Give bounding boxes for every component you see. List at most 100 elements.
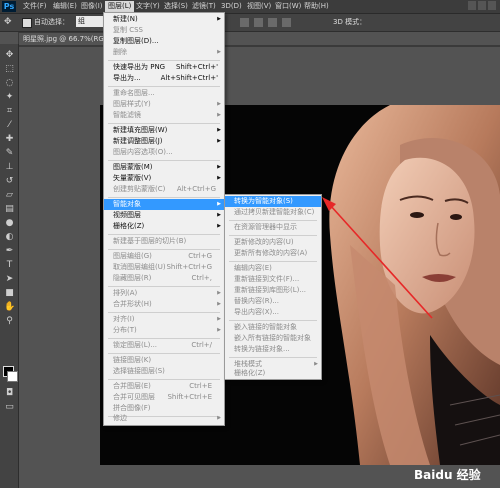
menu-item-new-layer-based-slice[interactable]: 新建基于图层的切片(B) [104, 236, 224, 247]
auto-select-dropdown[interactable]: 组 [76, 16, 106, 27]
menu-item-link-layers[interactable]: 链接图层(K) [104, 355, 224, 366]
menu-item-smart-object[interactable]: 智能对象 ▶ [104, 199, 224, 210]
submenu-item-convert-to-smart-object[interactable]: 转换为智能对象(S) [225, 196, 321, 207]
submenu-item-convert-to-linked[interactable]: 转换为链接对象... [225, 344, 321, 355]
healing-brush-icon[interactable]: ✚ [4, 134, 15, 144]
align-center-icon[interactable] [254, 18, 263, 27]
menu-separator [108, 249, 220, 250]
menu-item-vector-mask[interactable]: 矢量蒙版(V) ▶ [104, 173, 224, 184]
menu-file[interactable]: 文件(F) [20, 1, 50, 12]
menu-view[interactable]: 视图(V) [244, 1, 274, 12]
menu-item-create-clipping-mask[interactable]: 创建剪贴蒙版(C) Alt+Ctrl+G [104, 184, 224, 195]
magic-wand-icon[interactable]: ✦ [4, 92, 15, 102]
submenu-item-relink-to-file[interactable]: 重新链接到文件(F)... [225, 274, 321, 285]
menu-item-video-layers[interactable]: 视频图层 ▶ [104, 210, 224, 221]
document-tab-bar [18, 45, 500, 47]
submenu-arrow-icon: ▶ [217, 301, 221, 307]
menu-select[interactable]: 选择(S) [161, 1, 191, 12]
crop-tool-icon[interactable]: ⌗ [4, 106, 15, 116]
menu-item-combine-shapes[interactable]: 合并形状(H) ▶ [104, 299, 224, 310]
clone-stamp-icon[interactable]: ⊥ [4, 162, 15, 172]
menu-item-ungroup-layers[interactable]: 取消图层编组(U) Shift+Ctrl+G [104, 262, 224, 273]
shape-tool-icon[interactable]: ■ [4, 288, 15, 298]
menu-item-select-linked-layers[interactable]: 选择链接图层(S) [104, 366, 224, 377]
menu-item-merge-layers[interactable]: 合并图层(E) Ctrl+E [104, 381, 224, 392]
menu-item-lock-layers[interactable]: 锁定图层(L)... Ctrl+/ [104, 340, 224, 351]
submenu-item-update-modified-content[interactable]: 更新修改的内容(U) [225, 237, 321, 248]
distribute-icon[interactable] [282, 18, 291, 27]
dodge-tool-icon[interactable]: ◐ [4, 232, 15, 242]
menu-item-rename-layer[interactable]: 重命名图层... [104, 88, 224, 99]
menu-edit[interactable]: 编辑(E) [50, 1, 80, 12]
submenu-item-replace-contents[interactable]: 替换内容(R)... [225, 296, 321, 307]
menu-layer[interactable]: 图层(L) [105, 1, 135, 12]
menu-item-smart-filter[interactable]: 智能滤镜 ▶ [104, 110, 224, 121]
submenu-item-embed-linked[interactable]: 嵌入链接的智能对象 [225, 322, 321, 333]
move-tool-icon[interactable]: ✥ [4, 17, 14, 27]
menu-item-new-fill-layer[interactable]: 新建填充图层(W) ▶ [104, 125, 224, 136]
menu-item-new[interactable]: 新建(N) ▶ [104, 14, 224, 25]
minimize-icon[interactable] [468, 1, 476, 10]
menu-window[interactable]: 窗口(W) [272, 1, 304, 12]
background-color-swatch[interactable] [7, 371, 18, 382]
submenu-item-reveal-in-explorer[interactable]: 在资源管理器中显示 [225, 222, 321, 233]
menu-help[interactable]: 帮助(H) [301, 1, 332, 12]
pen-tool-icon[interactable]: ✒ [4, 246, 15, 256]
type-tool-icon[interactable]: T [4, 260, 15, 270]
move-tool-icon[interactable]: ✥ [4, 50, 15, 60]
eraser-tool-icon[interactable]: ▱ [4, 190, 15, 200]
close-icon[interactable] [488, 1, 496, 10]
3d-mode-label: 3D 模式： [333, 18, 367, 26]
quick-mask-icon[interactable]: ◘ [4, 388, 15, 398]
zoom-tool-icon[interactable]: ⚲ [4, 316, 15, 326]
history-brush-icon[interactable]: ↺ [4, 176, 15, 186]
lasso-tool-icon[interactable]: ◌ [4, 78, 15, 88]
eyedropper-icon[interactable]: ⁄ [4, 120, 15, 130]
submenu-arrow-icon: ▶ [217, 316, 221, 322]
menu-separator [229, 357, 317, 358]
brush-tool-icon[interactable]: ✎ [4, 148, 15, 158]
menu-filter[interactable]: 滤镜(T) [189, 1, 219, 12]
menu-item-merge-visible[interactable]: 合并可见图层 Shift+Ctrl+E [104, 392, 224, 403]
submenu-item-rasterize[interactable]: 栅格化(Z) [225, 368, 321, 379]
hand-tool-icon[interactable]: ✋ [4, 302, 15, 312]
layer-menu: 新建(N) ▶ 复制 CSS 复制图层(D)... 删除 ▶ 快速导出为 PNG Sh… [103, 12, 225, 426]
submenu-item-new-smart-object-via-copy[interactable]: 通过拷贝新建智能对象(C) [225, 207, 321, 218]
menu-item-new-adjustment-layer[interactable]: 新建调整图层(J) ▶ [104, 136, 224, 147]
photoshop-logo: Ps [2, 1, 16, 12]
menu-item-align[interactable]: 对齐(I) ▶ [104, 314, 224, 325]
marquee-tool-icon[interactable]: ⬚ [4, 64, 15, 74]
auto-select-checkbox[interactable] [22, 18, 32, 28]
menu-item-hide-layers[interactable]: 隐藏图层(R) Ctrl+, [104, 273, 224, 284]
menu-item-layer-mask[interactable]: 图层蒙版(M) ▶ [104, 162, 224, 173]
path-selection-icon[interactable]: ➤ [4, 274, 15, 284]
menu-item-export-as[interactable]: 导出为... Alt+Shift+Ctrl+' [104, 73, 224, 84]
menu-item-delete[interactable]: 删除 ▶ [104, 47, 224, 58]
blur-tool-icon[interactable]: ● [4, 218, 15, 228]
submenu-item-update-all-modified-content[interactable]: 更新所有修改的内容(A) [225, 248, 321, 259]
menu-item-arrange[interactable]: 排列(A) ▶ [104, 288, 224, 299]
menu-type[interactable]: 文字(Y) [133, 1, 163, 12]
submenu-item-embed-all-linked[interactable]: 嵌入所有链接的智能对象 [225, 333, 321, 344]
maximize-icon[interactable] [478, 1, 486, 10]
submenu-arrow-icon: ▶ [217, 138, 221, 144]
submenu-arrow-icon: ▶ [217, 212, 221, 218]
menu-item-distribute[interactable]: 分布(T) ▶ [104, 325, 224, 336]
menu-item-layer-content-options[interactable]: 图层内容选项(O)... [104, 147, 224, 158]
menu-item-quick-export-png[interactable]: 快速导出为 PNG Shift+Ctrl+' [104, 62, 224, 73]
menu-item-layer-style[interactable]: 图层样式(Y) ▶ [104, 99, 224, 110]
menu-item-rasterize[interactable]: 栅格化(Z) ▶ [104, 221, 224, 232]
menu-image[interactable]: 图像(I) [78, 1, 106, 12]
align-left-icon[interactable] [240, 18, 249, 27]
submenu-item-relink-to-library[interactable]: 重新链接到库图形(L)... [225, 285, 321, 296]
align-right-icon[interactable] [268, 18, 277, 27]
menu-item-matting[interactable]: 修边 ▶ [104, 413, 224, 424]
menu-item-copy-css[interactable]: 复制 CSS [104, 25, 224, 36]
gradient-tool-icon[interactable]: ▤ [4, 204, 15, 214]
menu-3d[interactable]: 3D(D) [218, 1, 245, 12]
menu-item-duplicate-layer[interactable]: 复制图层(D)... [104, 36, 224, 47]
submenu-item-edit-contents[interactable]: 编辑内容(E) [225, 263, 321, 274]
submenu-item-export-contents[interactable]: 导出内容(X)... [225, 307, 321, 318]
menu-item-group-layers[interactable]: 图层编组(G) Ctrl+G [104, 251, 224, 262]
screen-mode-icon[interactable]: ▭ [4, 402, 15, 412]
